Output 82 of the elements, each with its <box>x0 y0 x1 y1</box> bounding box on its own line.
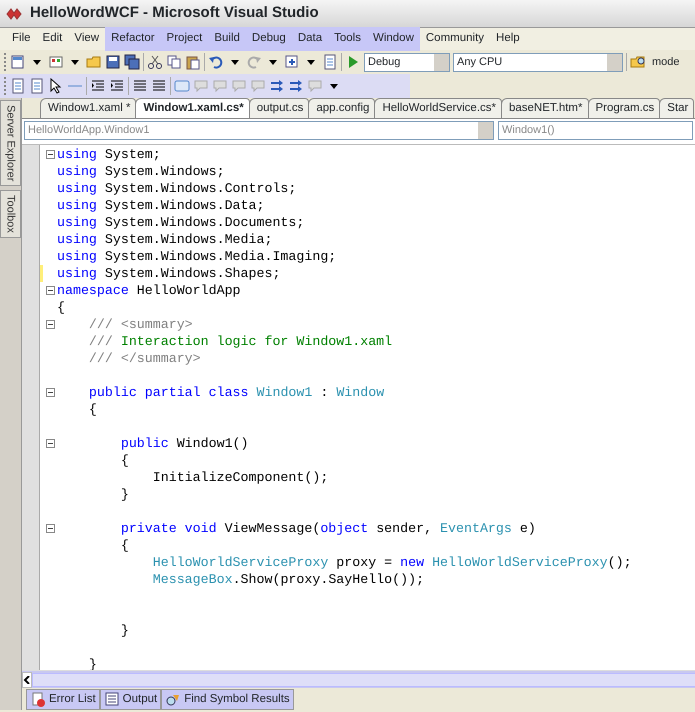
code-line: private void ViewMessage(object sender, EventArgs e) <box>120 520 536 537</box>
code-line: using System.Windows.Media; <box>57 231 272 248</box>
menu-item[interactable]: View <box>68 27 106 51</box>
collapse-icon[interactable] <box>46 439 54 448</box>
window-title: HelloWordWCF - Microsoft Visual Studio <box>30 3 319 24</box>
code-line: public Window1() <box>120 435 249 452</box>
scroll-left-button[interactable] <box>22 672 32 688</box>
save-all-icon[interactable] <box>124 54 140 70</box>
document-tab[interactable]: HelloWorldService.cs* <box>374 98 502 118</box>
code-line: InitializeComponent(); <box>152 469 328 486</box>
code-line: /// Interaction logic for Window1.xaml <box>88 333 392 350</box>
code-line: } <box>120 486 129 503</box>
code-line: using System.Windows; <box>57 163 225 180</box>
code-line: /// <summary> <box>88 316 193 333</box>
paste-icon[interactable] <box>185 54 201 70</box>
document-tab[interactable]: baseNET.htm* <box>500 98 588 118</box>
collapse-icon[interactable] <box>46 524 54 533</box>
code-line: using System.Windows.Data; <box>57 197 264 214</box>
panel-tab[interactable]: Find Symbol Results <box>161 688 294 710</box>
menu-item[interactable]: Project <box>160 27 208 51</box>
document-icon[interactable] <box>10 78 26 94</box>
code-line: using System; <box>57 146 161 163</box>
error-list-icon <box>30 691 46 708</box>
add-item-icon[interactable] <box>48 54 64 70</box>
code-line: HelloWorldServiceProxy proxy = new HelloWorldServiceProxy(); <box>152 554 632 571</box>
app-logo-icon <box>6 6 22 22</box>
code-line: { <box>120 537 129 554</box>
code-line: MessageBox.Show(proxy.SayHello()); <box>152 571 424 588</box>
configuration-dropdown[interactable]: Debug <box>364 52 450 72</box>
find-field[interactable]: mode <box>649 52 689 72</box>
output-icon <box>104 691 120 708</box>
collapse-icon[interactable] <box>46 320 54 329</box>
menu-item[interactable]: Data <box>292 27 328 51</box>
document-tab[interactable]: Window1.xaml.cs* <box>135 98 250 118</box>
document-tab[interactable]: Window1.xaml * <box>40 98 136 118</box>
find-in-files-icon[interactable] <box>630 54 646 70</box>
document-tab[interactable]: Star <box>659 98 694 118</box>
new-project-icon[interactable] <box>10 54 26 70</box>
copy-icon[interactable] <box>166 54 182 70</box>
code-line: { <box>120 452 129 469</box>
code-line: using System.Windows.Shapes; <box>57 265 280 282</box>
code-line: { <box>88 401 97 418</box>
arrows-icon[interactable] <box>269 78 285 94</box>
menu-item[interactable]: Build <box>208 27 246 51</box>
menu-item[interactable]: Help <box>490 27 526 51</box>
menu-item[interactable]: Community <box>420 27 490 51</box>
panel-tab[interactable]: Output <box>100 688 162 710</box>
menu-item[interactable]: File <box>6 27 37 51</box>
cut-icon[interactable] <box>147 54 163 70</box>
document-tab[interactable]: output.cs <box>248 98 310 118</box>
cursor-icon[interactable] <box>48 78 64 94</box>
document-tab[interactable]: Program.cs <box>588 98 660 118</box>
menu-item[interactable]: Debug <box>246 27 292 51</box>
collapse-icon[interactable] <box>46 388 54 397</box>
code-line: using System.Windows.Media.Imaging; <box>57 248 336 265</box>
collapse-icon[interactable] <box>46 150 54 159</box>
menu-item[interactable]: Tools <box>328 27 367 51</box>
menu-item[interactable]: Window <box>366 27 420 51</box>
menu-item[interactable]: Edit <box>36 27 68 51</box>
code-line: public partial class Window1 : Window <box>88 384 384 401</box>
code-line: using System.Windows.Documents; <box>57 214 304 231</box>
code-line: namespace HelloWorldApp <box>57 282 241 299</box>
document-icon[interactable] <box>322 54 338 70</box>
code-line: } <box>120 622 129 639</box>
rectangle-icon[interactable] <box>174 78 190 94</box>
type-dropdown[interactable]: HelloWorldApp.Window1 <box>24 121 494 140</box>
undo-icon[interactable] <box>208 54 224 70</box>
platform-dropdown[interactable]: Any CPU <box>453 52 623 72</box>
side-tab[interactable]: Toolbox <box>0 190 21 238</box>
menu-item[interactable]: Refactor <box>105 27 161 51</box>
save-icon[interactable] <box>105 54 121 70</box>
collapse-icon[interactable] <box>46 286 54 295</box>
navigate-icon[interactable] <box>284 54 300 70</box>
code-line: using System.Windows.Controls; <box>57 180 296 197</box>
arrows-icon[interactable] <box>288 78 304 94</box>
code-line: /// </summary> <box>88 350 201 367</box>
side-tab[interactable]: Server Explorer <box>0 100 21 186</box>
panel-tab[interactable]: Error List <box>26 688 100 710</box>
document-icon[interactable] <box>29 78 45 94</box>
document-tab[interactable]: app.config <box>308 98 376 118</box>
member-dropdown[interactable]: Window1() <box>498 121 693 140</box>
code-line: { <box>57 299 65 316</box>
